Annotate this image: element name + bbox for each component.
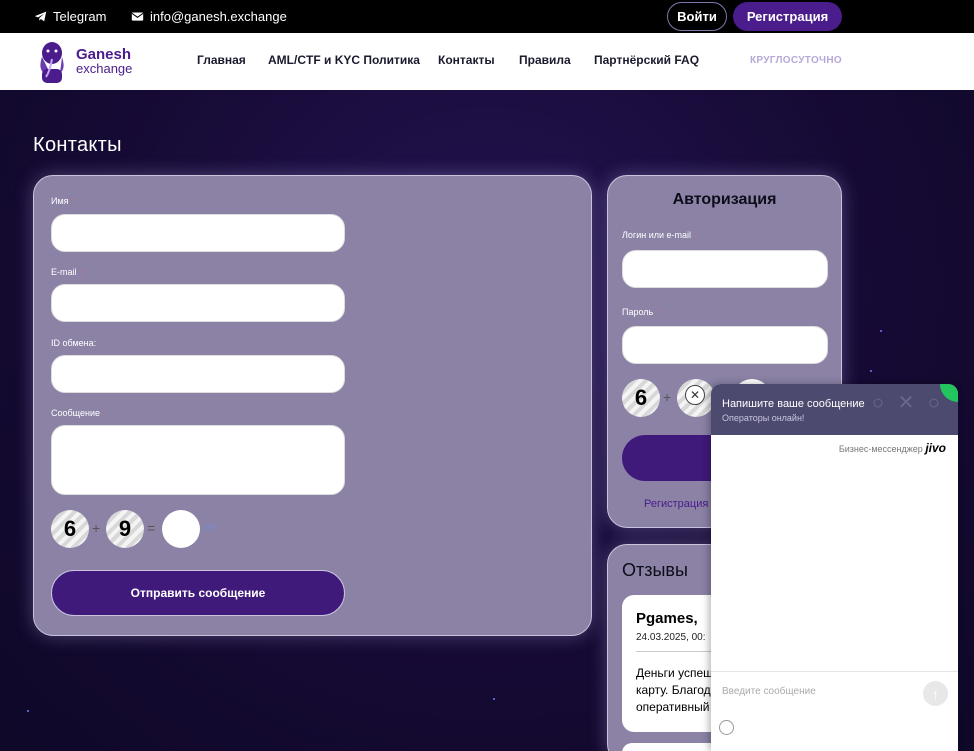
send-arrow-icon[interactable]: ↑ — [923, 681, 948, 706]
hours-label: КРУГЛОСУТОЧНО — [750, 55, 842, 66]
auth-captcha-plus: + — [663, 389, 672, 405]
nav-item-home[interactable]: Главная — [197, 53, 246, 67]
jivo-logo: jivo — [925, 441, 946, 455]
review-text: Деньги успеш карту. Благод оперативный — [636, 666, 713, 714]
star — [27, 710, 29, 712]
nav-item-contacts[interactable]: Контакты — [438, 53, 495, 67]
jivo-chat-widget: ○ ✕ ○ Напишите ваше сообщение Операторы … — [711, 384, 958, 751]
logo-title: Ganesh — [76, 46, 132, 63]
password-input[interactable] — [622, 326, 828, 364]
email-label: E-mail: — [51, 267, 84, 277]
captcha-plus: + — [92, 520, 101, 536]
message-textarea[interactable] — [51, 425, 345, 495]
email-input[interactable] — [51, 284, 345, 322]
captcha-number-a: 6 — [51, 510, 89, 548]
nav-item-aml-policy[interactable]: AML/CTF и KYC Политика — [268, 53, 420, 67]
chat-header[interactable]: ○ ✕ ○ Напишите ваше сообщение Операторы … — [711, 384, 958, 435]
logo-subtitle: exchange — [76, 61, 133, 76]
captcha-answer-input[interactable] — [162, 510, 200, 548]
email-link[interactable]: info@ganesh.exchange — [131, 9, 287, 24]
email-label: info@ganesh.exchange — [150, 9, 287, 24]
password-label: Пароль: — [622, 307, 660, 317]
name-input[interactable] — [51, 214, 345, 252]
name-label: Имя: — [51, 196, 76, 206]
chat-header-pattern: ○ ✕ ○ — [871, 392, 944, 414]
ganesh-logo-icon — [40, 42, 64, 83]
login-email-label: Логин или e-mail: — [622, 230, 698, 240]
auth-register-link[interactable]: Регистрация — [644, 498, 708, 510]
nav-item-rules[interactable]: Правила — [519, 53, 571, 67]
page-title: Контакты — [33, 134, 122, 156]
login-button[interactable]: Войти — [667, 2, 727, 31]
captcha-refresh-icon[interactable]: ⟳ — [204, 520, 216, 537]
top-bar: Telegram info@ganesh.exchange Войти Реги… — [0, 0, 974, 33]
message-label: Сообщение: — [51, 408, 107, 418]
login-email-label-text: Логин или e-mail — [622, 230, 692, 240]
auth-title: Авторизация — [672, 191, 777, 208]
chat-message-input[interactable]: Введите сообщение — [722, 686, 816, 697]
email-label-text: E-mail — [51, 267, 77, 277]
logo[interactable]: Ganesh exchange — [34, 38, 144, 86]
chat-close-icon[interactable]: ✕ — [685, 385, 705, 405]
register-button[interactable]: Регистрация — [733, 2, 842, 31]
review-author: Pgames, — [636, 610, 698, 627]
telegram-label: Telegram — [53, 9, 107, 24]
mail-icon — [131, 12, 144, 21]
exchange-id-label: ID обмена: — [51, 338, 97, 348]
auth-captcha-number-a: 6 — [622, 379, 660, 417]
password-label-text: Пароль — [622, 307, 654, 317]
chat-title: Напишите ваше сообщение — [722, 398, 865, 410]
chat-divider — [711, 671, 958, 672]
reviews-title: Отзывы — [622, 560, 688, 580]
chat-brand-label: Бизнес-мессенджер — [838, 444, 923, 454]
login-email-input[interactable] — [622, 250, 828, 288]
contact-form-panel: Имя: E-mail: ID обмена: Сообщение: 6 + 9… — [33, 175, 592, 636]
exchange-id-input[interactable] — [51, 355, 345, 393]
telegram-link[interactable]: Telegram — [34, 9, 106, 24]
star — [880, 330, 882, 332]
captcha-number-b: 9 — [106, 510, 144, 548]
message-label-text: Сообщение — [51, 408, 100, 418]
chat-brand[interactable]: Бизнес-мессенджер jivo — [839, 441, 946, 455]
star — [493, 698, 495, 700]
captcha-equals: = — [147, 520, 156, 536]
review-date: 24.03.2025, 00: — [636, 632, 706, 643]
name-label-text: Имя — [51, 196, 69, 206]
nav-item-partner-faq[interactable]: Партнёрский FAQ — [594, 53, 699, 67]
send-message-button[interactable]: Отправить сообщение — [51, 570, 345, 616]
star — [870, 370, 872, 372]
telegram-icon — [34, 11, 47, 22]
emoji-icon[interactable] — [719, 720, 734, 735]
main-nav: Ganesh exchange Главная AML/CTF и KYC По… — [0, 33, 974, 90]
chat-subtitle: Операторы онлайн! — [722, 413, 805, 423]
